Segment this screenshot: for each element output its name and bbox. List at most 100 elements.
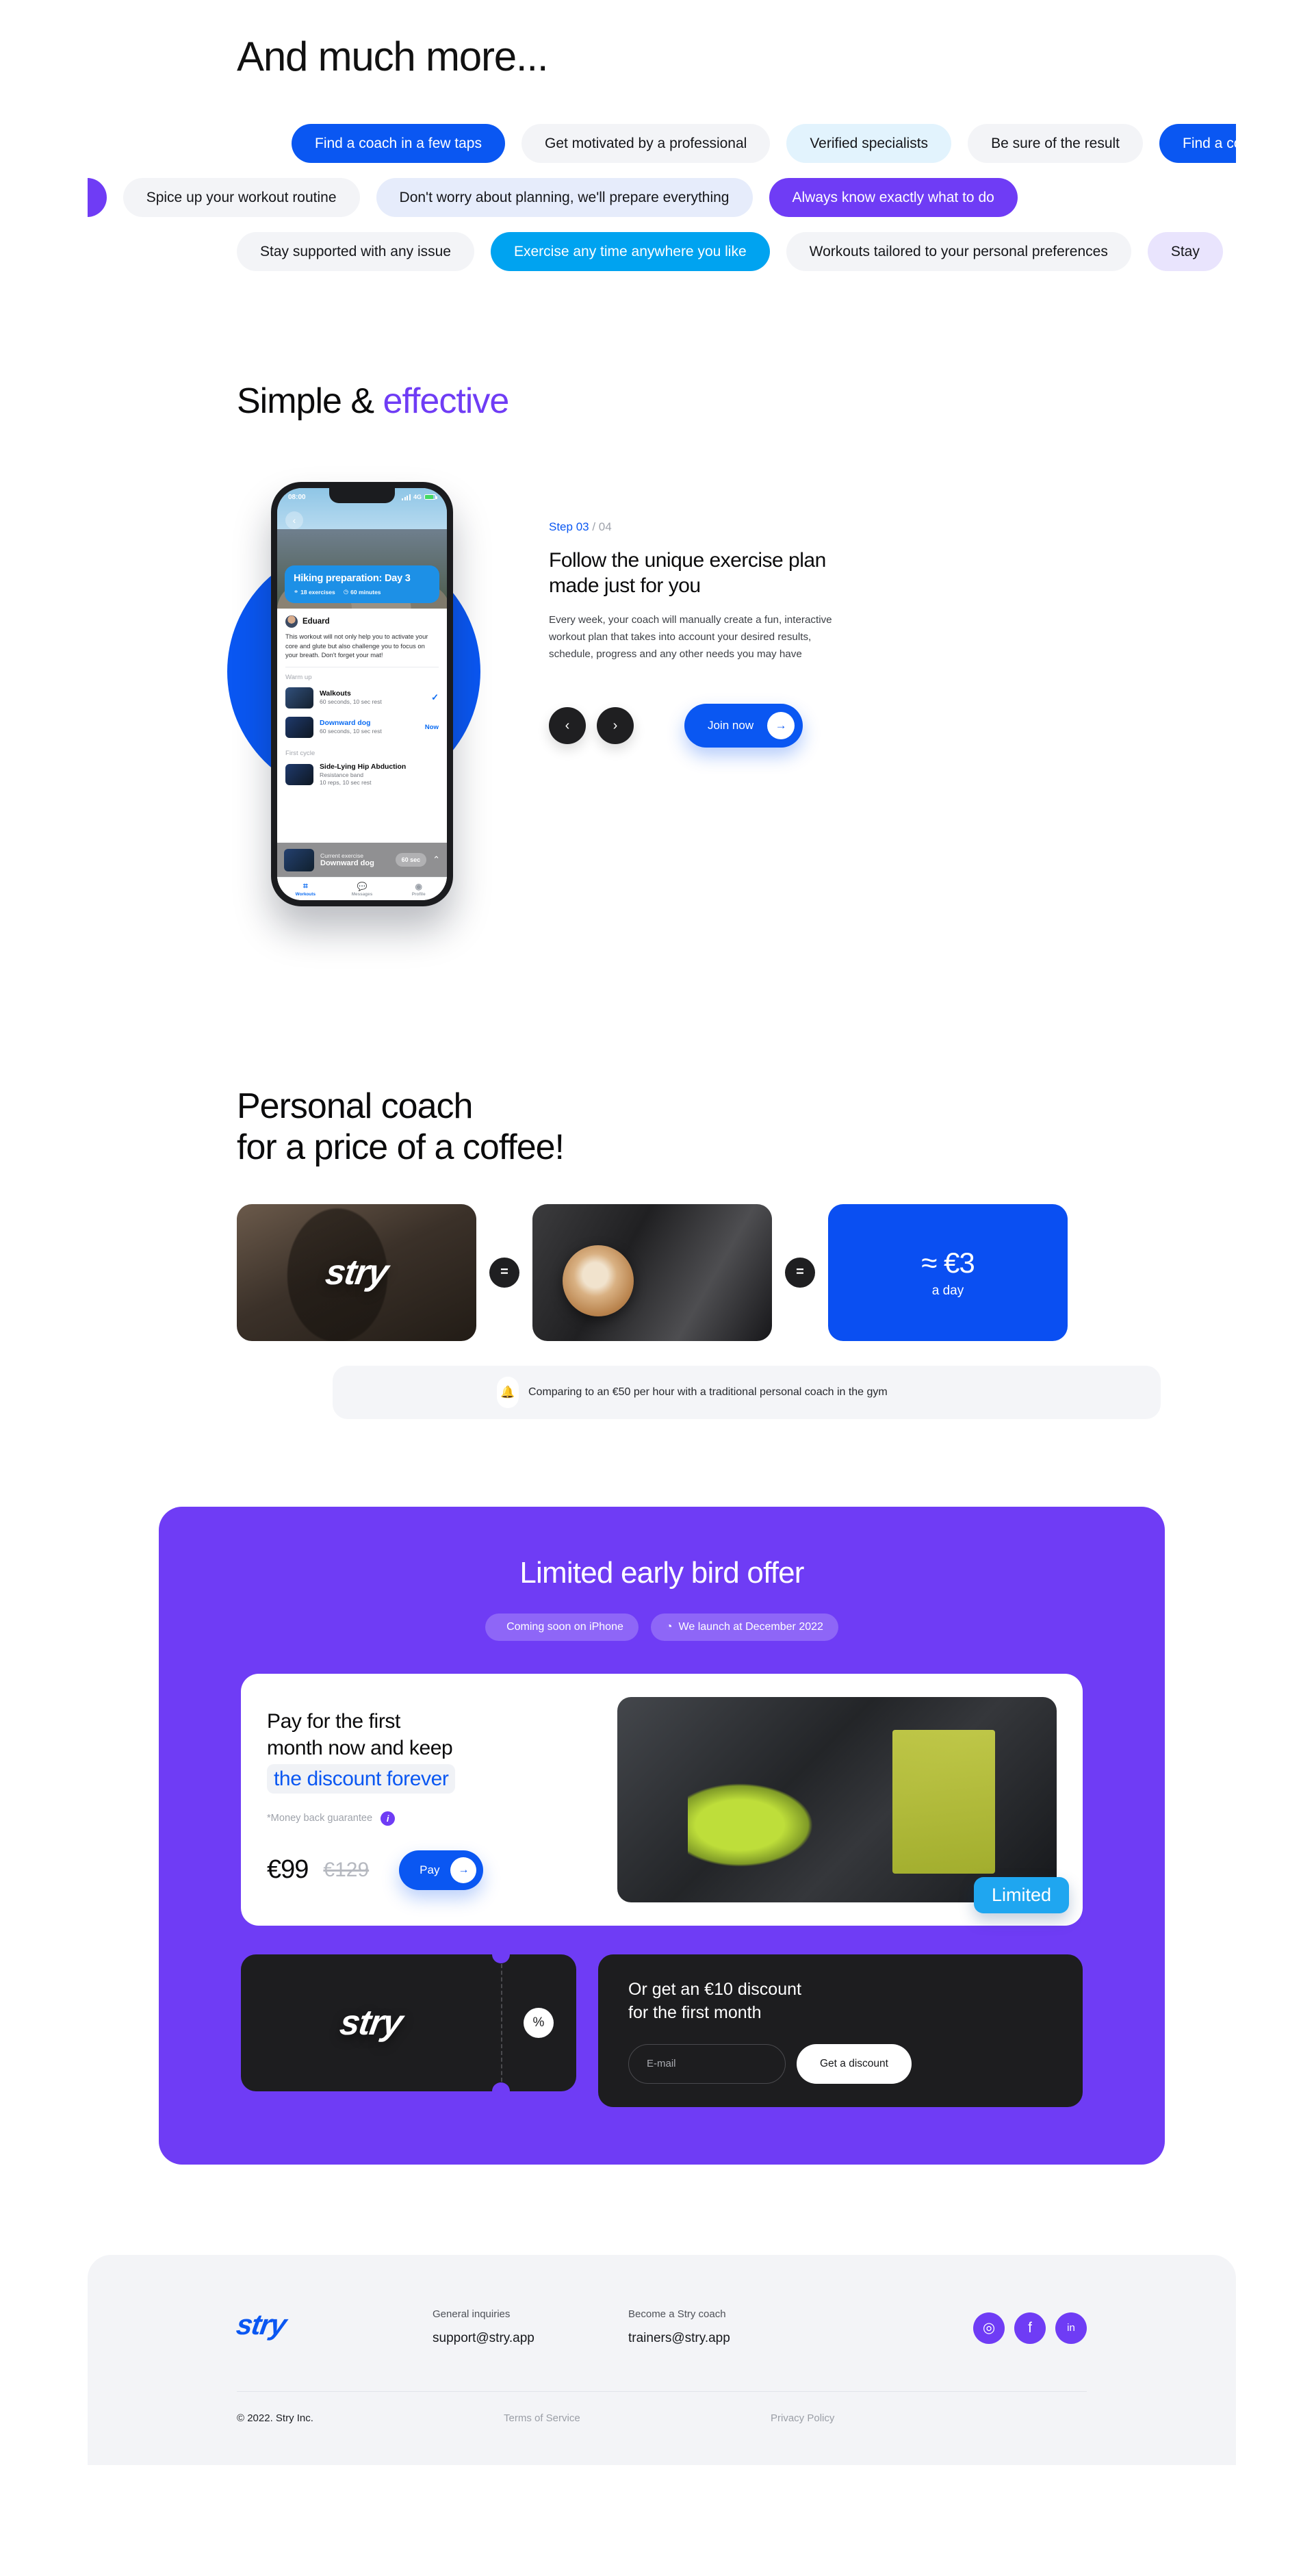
signal-icon [402,494,411,500]
tag-pill[interactable]: ning [88,178,107,217]
tag-pill[interactable]: Stay [1147,232,1223,271]
facebook-icon[interactable]: f [1014,2312,1046,2344]
pay-button[interactable]: Pay → [399,1850,484,1890]
coupon-ticket: stry % [241,1945,576,2100]
clock-icon: ◔ [665,1620,673,1633]
early-bird-bottom: stry % Or get an €10 discount for the fi… [241,1945,1083,2107]
group-label-first-cycle: First cycle [285,749,315,757]
pay-label: Pay [420,1863,440,1876]
equals-sign-2: = [785,1257,815,1288]
exercise-thumbnail [285,763,313,785]
gym-photo-card: stry [237,1203,476,1341]
money-back-row: *Money back guarantee i [267,1811,595,1826]
tag-pill[interactable]: Workouts tailored to your personal prefe… [786,232,1131,271]
offer-right: Limited [617,1696,1069,1913]
badge-coming-soon: Coming soon on iPhone [485,1613,639,1641]
chevron-up-icon[interactable]: ⌃ [433,854,440,865]
join-now-label: Join now [708,719,754,732]
terms-of-service-link[interactable]: Terms of Service [504,2412,771,2424]
privacy-policy-link[interactable]: Privacy Policy [771,2412,1038,2424]
tag-pill[interactable]: Get motivated by a professional [521,124,771,163]
prev-button[interactable]: ‹ [549,707,586,745]
tag-pill-rows: Find a coach in a few taps Get motivated… [88,124,1236,271]
email-field[interactable] [628,2043,786,2084]
and-much-more-section: And much more... Find a coach in a few t… [88,0,1236,271]
personal-coach-section: Personal coach for a price of a coffee! … [88,1086,1236,1419]
footer-top-row: stry General inquiries support@stry.app … [234,2308,1087,2346]
tag-pill[interactable]: Be sure of the result [968,124,1143,163]
timer-badge: 60 sec [395,853,427,867]
exercise-row[interactable]: Walkouts 60 seconds, 10 sec rest ✓ [277,685,447,714]
footer-col-heading: Become a Stry coach [628,2308,726,2320]
step-description: Every week, your coach will manually cre… [549,614,832,660]
percent-icon: % [524,2007,554,2038]
exercise-thumbnail [285,687,313,709]
exercise-thumbnail [285,716,313,738]
step-indicator: Step 03 / 04 [549,520,612,533]
footer-become-coach: Become a Stry coach trainers@stry.app [628,2308,824,2346]
tag-pill[interactable]: Find a coach in a few taps [292,124,505,163]
link-icon: ⚭ [294,588,299,595]
personal-coach-heading: Personal coach for a price of a coffee! [237,1086,565,1168]
footer-divider [237,2390,1087,2392]
coach-name: Eduard [302,617,330,626]
get-discount-button[interactable]: Get a discount [797,2043,912,2084]
footer-email-support[interactable]: support@stry.app [433,2331,628,2346]
tag-pill[interactable]: Spice up your workout routine [123,178,360,217]
workout-hero-image: ‹ Hiking preparation: Day 3 ⚭ 18 exercis… [277,488,447,609]
instagram-icon[interactable]: ◎ [973,2312,1005,2344]
carousel-controls: ‹ › Join now → [549,704,850,748]
offer-card: Pay for the first month now and keep the… [241,1673,1083,1926]
person-icon: ◉ [415,881,422,891]
current-exercise-bar[interactable]: Current exercise Downward dog 60 sec ⌃ [277,843,447,877]
tag-pill[interactable]: Always know exactly what to do [769,178,1018,217]
coupon-notch-top [492,1945,510,1963]
duration: ◷ 60 minutes [343,588,381,596]
tag-pill[interactable]: Exercise any time anywhere you like [491,232,770,271]
coach-row: Eduard [277,609,447,628]
tag-pill[interactable]: Stay supported with any issue [237,232,474,271]
exercise-row[interactable]: Downward dog 60 seconds, 10 sec rest Now [277,714,447,743]
badge-launch-date: ◔ We launch at December 2022 [650,1613,838,1641]
back-icon[interactable]: ‹ [285,511,303,529]
next-button[interactable]: › [597,707,634,745]
tag-pill[interactable]: Find a coach [1159,124,1236,163]
offer-left: Pay for the first month now and keep the… [267,1697,595,1902]
coupon-stub: % [492,1945,576,2100]
early-bird-title: Limited early bird offer [519,1555,804,1590]
tab-workouts[interactable]: ⌗ Workouts [277,881,334,897]
workout-title: Hiking preparation: Day 3 [294,573,411,584]
tab-messages[interactable]: 💬 Messages [334,882,391,897]
current-exercise-label: Current exercise [320,852,364,859]
phone-tab-bar: ⌗ Workouts 💬 Messages ◉ Profile [277,877,447,900]
exercise-name: Side-Lying Hip Abduction [320,763,407,771]
status-time: 08:00 [288,493,306,501]
tab-profile[interactable]: ◉ Profile [390,882,447,897]
tag-row-3: Stay supported with any issue Exercise a… [237,232,1236,271]
equals-sign-1: = [489,1257,519,1288]
join-now-button[interactable]: Join now → [684,704,803,748]
exercises-count: ⚭ 18 exercises [294,588,335,596]
stry-logo: stry [322,1252,391,1292]
offer-price-row: €99 €129 Pay → [267,1850,595,1890]
chat-icon: 💬 [357,881,368,891]
exercise-detail: 60 seconds, 10 sec rest [320,698,382,706]
exercise-detail: Resistance band [320,771,364,778]
phone-screen: 08:00 4G ‹ Hiking preparation: Day 3 ⚭ 1… [277,488,447,900]
exercise-row[interactable]: Side-Lying Hip Abduction Resistance band… [277,761,447,791]
comparison-note-text: Comparing to an €50 per hour with a trad… [528,1386,888,1398]
bell-icon: 🔔 [497,1376,519,1408]
info-icon[interactable]: i [381,1811,396,1826]
coach-note: This workout will not only help you to a… [285,633,428,659]
tag-pill[interactable]: Verified specialists [786,124,952,163]
price-comparison-cards: stry = = ≈ €3 a day [237,1203,1236,1341]
heading-accent: effective [383,381,510,421]
copyright: © 2022. Stry Inc. [237,2412,313,2424]
stry-logo: stry [337,2002,405,2043]
linkedin-icon[interactable]: in [1055,2312,1087,2344]
tag-pill[interactable]: Don't worry about planning, we'll prepar… [376,178,753,217]
exercise-detail: 60 seconds, 10 sec rest [320,728,382,735]
footer-logo[interactable]: stry [234,2308,435,2341]
social-links: ◎ f in [973,2308,1087,2344]
footer-email-trainers[interactable]: trainers@stry.app [628,2331,824,2346]
